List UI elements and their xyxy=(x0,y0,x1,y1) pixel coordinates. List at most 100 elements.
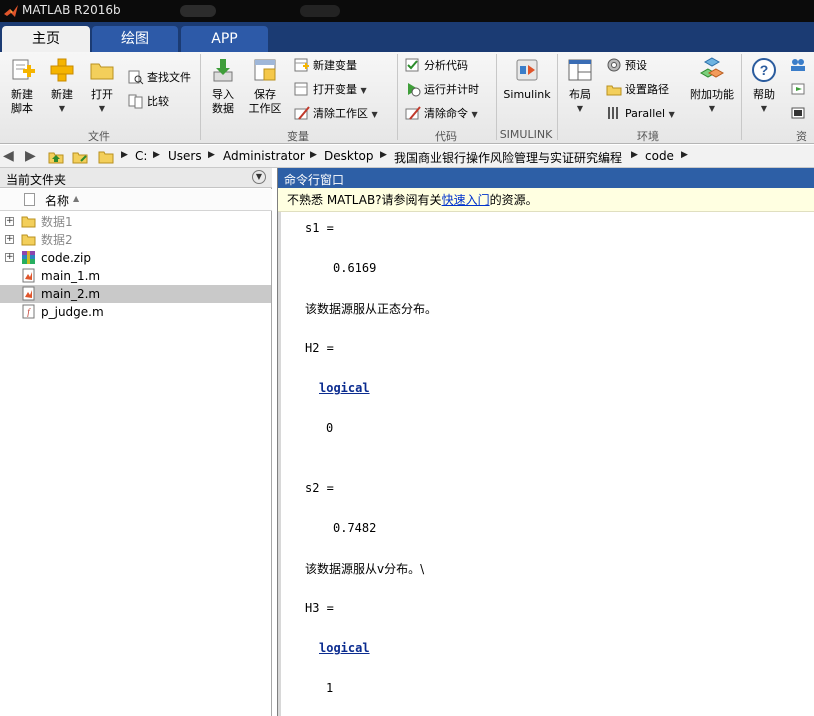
layout-dropdown-caret-icon: ▼ xyxy=(576,104,584,113)
addons-dropdown-caret-icon: ▼ xyxy=(708,104,716,113)
output-line: H2 = xyxy=(305,341,334,355)
simulink-button[interactable]: Simulink xyxy=(502,56,552,102)
up-folder-icon[interactable] xyxy=(48,149,64,167)
zip-archive-icon xyxy=(22,251,35,264)
set-path-label: 设置路径 xyxy=(625,83,669,96)
preferences-button[interactable]: 预设 xyxy=(606,56,647,76)
new-variable-button[interactable]: 新建变量 xyxy=(294,56,357,76)
learn-matlab-button[interactable] xyxy=(790,104,809,124)
path-separator-icon: ▶ xyxy=(121,150,128,160)
clear-commands-button[interactable]: 清除命令 ▼ xyxy=(405,104,478,124)
expand-icon[interactable]: + xyxy=(5,253,14,262)
new-script-button[interactable]: 新建 脚本 xyxy=(4,56,40,116)
simulink-label: Simulink xyxy=(503,88,551,101)
import-data-label: 导入 数据 xyxy=(212,88,234,115)
folder-icon xyxy=(21,234,36,246)
root-folder-icon xyxy=(98,149,114,167)
compare-button[interactable]: 比较 xyxy=(128,92,169,112)
breadcrumb-c-drive[interactable]: C: xyxy=(135,149,147,163)
code-group-label: 代码 xyxy=(435,130,457,143)
parallel-caret-icon: ▼ xyxy=(668,110,675,119)
path-separator-icon: ▶ xyxy=(208,150,215,160)
ribbon-toolbar: 新建 脚本 新建 ▼ 打开 ▼ 查找文件 比较 文件 导入 数据 保存 工作区 … xyxy=(0,52,814,144)
import-data-icon xyxy=(209,56,237,84)
open-button[interactable]: 打开 ▼ xyxy=(84,56,120,116)
output-line: s1 = xyxy=(305,221,334,235)
column-header-name[interactable]: 名称 ▲ xyxy=(0,189,272,211)
breadcrumb-administrator[interactable]: Administrator xyxy=(223,149,305,163)
tab-home[interactable]: 主页 xyxy=(2,26,90,52)
getting-started-link[interactable]: 快速入门 xyxy=(442,193,490,207)
addons-button[interactable]: 附加功能 ▼ xyxy=(688,56,736,116)
breadcrumb-project-folder[interactable]: 我国商业银行操作风险管理与实证研究编程 xyxy=(394,149,622,166)
list-item[interactable]: f p_judge.m xyxy=(0,303,271,321)
save-workspace-button[interactable]: 保存 工作区 xyxy=(246,56,284,116)
community-button[interactable] xyxy=(790,56,809,76)
path-separator-icon: ▶ xyxy=(631,150,638,160)
request-support-button[interactable] xyxy=(790,80,809,100)
layout-icon xyxy=(566,56,594,84)
clear-workspace-button[interactable]: 清除工作区 ▼ xyxy=(294,104,378,124)
back-arrow-icon[interactable]: ◀ xyxy=(3,148,14,164)
layout-button[interactable]: 布局 ▼ xyxy=(563,56,597,116)
command-window-title: 命令行窗口 xyxy=(284,173,345,187)
breadcrumb-desktop[interactable]: Desktop xyxy=(324,149,374,163)
output-line: 1 xyxy=(326,681,334,695)
list-item[interactable]: + 数据2 xyxy=(0,231,271,249)
open-variable-button[interactable]: 打开变量 ▼ xyxy=(294,80,367,100)
new-variable-label: 新建变量 xyxy=(313,59,357,72)
save-workspace-label: 保存 工作区 xyxy=(248,88,282,115)
clear-commands-icon xyxy=(405,105,421,121)
open-folder-icon xyxy=(88,56,116,84)
path-separator-icon: ▶ xyxy=(310,150,317,160)
command-window-panel: 命令行窗口 不熟悉 MATLAB?请参阅有关快速入门的资源。 s1 = 0.61… xyxy=(277,168,814,716)
list-item[interactable]: + 数据1 xyxy=(0,213,271,231)
output-line: 0.7482 xyxy=(333,521,377,535)
set-path-button[interactable]: 设置路径 xyxy=(606,80,669,100)
analyze-code-icon xyxy=(405,57,421,73)
gear-icon xyxy=(606,57,622,73)
run-and-time-button[interactable]: 运行并计时 xyxy=(405,80,479,100)
path-separator-icon: ▶ xyxy=(380,150,387,160)
panel-actions-menu-icon[interactable]: ▼ xyxy=(252,170,266,184)
sort-ascending-icon: ▲ xyxy=(73,194,80,203)
analyze-code-button[interactable]: 分析代码 xyxy=(405,56,468,76)
parallel-label: Parallel xyxy=(625,107,666,120)
import-data-button[interactable]: 导入 数据 xyxy=(205,56,241,116)
layout-label: 布局 xyxy=(569,88,591,101)
forward-arrow-icon[interactable]: ▶ xyxy=(25,148,36,164)
expand-icon[interactable]: + xyxy=(5,235,14,244)
list-item[interactable]: + code.zip xyxy=(0,249,271,267)
list-item[interactable]: main_2.m xyxy=(0,285,271,303)
file-name: 数据1 xyxy=(41,215,73,229)
environment-group-label: 环境 xyxy=(637,130,659,143)
run-and-time-label: 运行并计时 xyxy=(424,83,479,96)
parallel-button[interactable]: Parallel ▼ xyxy=(606,104,675,124)
clear-workspace-label: 清除工作区 xyxy=(313,107,368,120)
expand-icon[interactable]: + xyxy=(5,217,14,226)
tab-plots[interactable]: 绘图 xyxy=(92,26,178,52)
addons-icon xyxy=(698,56,726,84)
file-name: main_1.m xyxy=(41,269,101,283)
file-name: code.zip xyxy=(41,251,92,265)
find-files-button[interactable]: 查找文件 xyxy=(128,68,191,88)
breadcrumb-code[interactable]: code xyxy=(645,149,674,163)
list-item[interactable]: main_1.m xyxy=(0,267,271,285)
command-output[interactable]: s1 = 0.6169 该数据源服从正态分布。 H2 = logical 0 s… xyxy=(278,212,814,716)
find-files-label: 查找文件 xyxy=(147,71,191,84)
window-title: MATLAB R2016b xyxy=(22,3,121,17)
logical-class-link[interactable]: logical xyxy=(319,641,370,655)
ribbon-separator xyxy=(741,54,742,140)
breadcrumb-users[interactable]: Users xyxy=(168,149,202,163)
resources-group-label: 资 xyxy=(796,130,807,143)
simulink-icon xyxy=(513,56,541,84)
help-button[interactable]: ? 帮助 ▼ xyxy=(748,56,780,116)
tab-apps[interactable]: APP xyxy=(181,26,268,52)
logical-class-link[interactable]: logical xyxy=(319,381,370,395)
new-script-icon xyxy=(8,56,36,84)
simulink-group-label: SIMULINK xyxy=(499,128,553,141)
addons-label: 附加功能 xyxy=(690,88,734,101)
new-button[interactable]: 新建 ▼ xyxy=(44,56,80,116)
browse-folder-icon[interactable] xyxy=(72,149,88,167)
current-folder-panel: 当前文件夹 ▼ 名称 ▲ + 数据1 + 数据2 + code.zip main… xyxy=(0,168,272,716)
